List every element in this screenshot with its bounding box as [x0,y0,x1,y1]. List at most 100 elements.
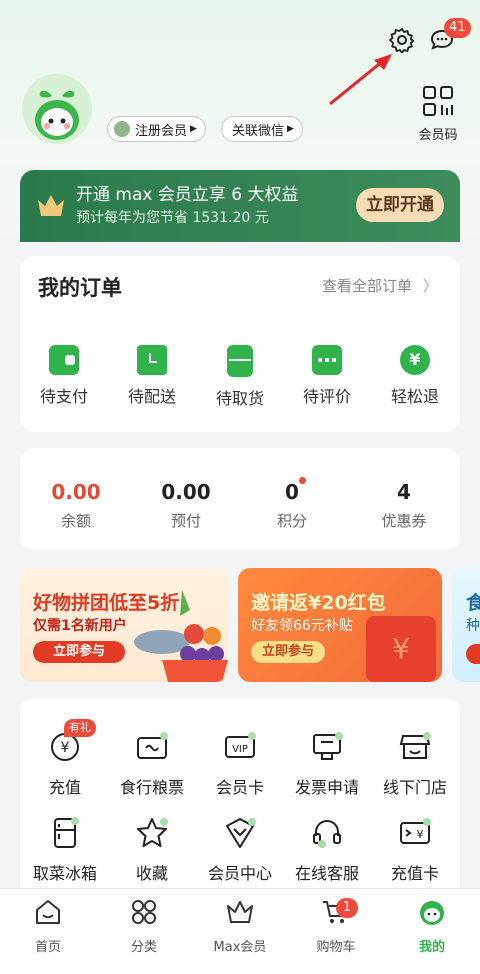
group-buy-subtitle: 仅需1名新用户 [33,618,127,634]
service-pickup-fridge[interactable]: 取菜冰箱 [20,816,110,884]
diamond-icon [223,816,257,850]
order-pending-pickup[interactable]: 待取货 [200,345,280,409]
points-value: 0 [285,480,299,504]
service-label: 会员中心 [207,864,272,883]
qr-code-icon [423,86,453,116]
third-promo-button [466,644,480,664]
vip-card-icon: VIP [223,730,257,764]
service-online-support[interactable]: 在线客服 [282,816,372,884]
invite-join-button[interactable]: 立即参与 [251,641,325,663]
points-label: 积分 [276,512,307,530]
svg-text:¥: ¥ [61,740,70,756]
link-wechat-label: 关联微信 [232,123,285,139]
order-item-label: 待配送 [127,387,176,406]
order-item-label: 待取货 [215,389,264,408]
service-label: 发票申请 [294,778,359,797]
group-buy-promo[interactable]: 好物拼团低至5折 仅需1名新用户 立即参与 [20,568,228,682]
order-pending-delivery[interactable]: 待配送 [112,345,192,407]
voucher-icon [135,730,169,764]
service-member-center[interactable]: 会员中心 [195,816,285,884]
order-pending-payment[interactable]: 待支付 [24,345,104,407]
group-buy-join-button[interactable]: 立即参与 [33,641,125,663]
open-membership-button[interactable]: 立即开通 [356,188,444,222]
invite-title: 邀请返¥20红包 [251,592,386,614]
avatar[interactable] [22,74,92,144]
orders-title: 我的订单 [38,276,122,300]
tab-label: 分类 [130,940,157,955]
caret-right-icon: ▶ [190,124,197,134]
svg-text:¥: ¥ [417,828,424,841]
register-member-button[interactable]: 注册会员 ▶ [107,116,206,142]
view-all-orders-label: 查看全部订单 [322,277,413,295]
third-promo-title: 食 [466,592,480,614]
headset-icon [310,816,344,850]
member-level-icon [114,121,130,137]
service-favorites[interactable]: 收藏 [107,816,197,884]
cart-badge: 1 [336,898,358,918]
banner-title: 开通 max 会员立享 6 大权益 [76,185,299,205]
recharge-card-icon: ¥ [398,816,432,850]
member-code-label: 会员码 [418,128,458,143]
comment-icon [312,345,342,375]
tab-category[interactable]: 分类 [99,898,189,955]
coupons-value: 4 [397,480,411,504]
refund-icon: ¥ [400,345,430,375]
wallet-icon [49,345,79,375]
balance-label: 余额 [60,512,91,530]
service-recharge[interactable]: ¥ 充值 [20,730,110,798]
crown-outline-icon [227,901,253,923]
service-label: 充值 [48,778,81,797]
order-item-label: 待支付 [39,387,88,406]
fridge-locker-icon [48,816,82,850]
invite-subtitle: 好友领66元补贴 [251,618,353,634]
service-gift-card[interactable]: ¥ 充值卡 [370,816,460,884]
produce-basket-image [134,590,228,682]
chevron-right-icon: 〉 [422,277,438,295]
order-pending-review[interactable]: 待评价 [287,345,367,407]
tab-label: 首页 [34,940,61,955]
category-icon [132,900,156,924]
view-all-orders-link[interactable]: 查看全部订单 〉 [322,275,438,296]
profile-mascot-icon [420,901,444,925]
tab-label: 购物车 [316,940,356,955]
points-stat[interactable]: 0 积分 [247,480,337,531]
register-member-label: 注册会员 [135,123,188,139]
crown-icon [38,195,64,216]
tab-mine[interactable]: 我的 [387,898,477,955]
truck-icon [137,345,167,375]
tab-max-member[interactable]: Max会员 [195,898,285,955]
invoice-icon [310,730,344,764]
member-code-button[interactable]: 会员码 [414,84,462,143]
third-promo-card[interactable]: 食 种 [452,568,480,682]
service-label: 在线客服 [294,864,359,883]
max-member-banner[interactable]: 开通 max 会员立享 6 大权益 预计每年为您节省 1531.20 元 立即开… [20,170,460,242]
caret-right-icon: ▶ [287,124,294,134]
service-invoice[interactable]: 发票申请 [282,730,372,798]
messages-badge: 41 [444,18,471,38]
order-easy-refund[interactable]: ¥ 轻松退 [375,345,455,407]
annotation-arrow [329,54,392,106]
coupons-label: 优惠券 [381,512,427,530]
prepaid-stat[interactable]: 0.00 预付 [141,480,231,531]
invite-promo[interactable]: 邀请返¥20红包 好友领66元补贴 立即参与 ¥ [238,568,442,682]
third-promo-subtitle: 种 [466,618,480,634]
tab-label: 我的 [418,940,445,955]
coupons-stat[interactable]: 4 优惠券 [359,480,449,531]
service-label: 充值卡 [390,864,439,883]
link-wechat-button[interactable]: 关联微信 ▶ [221,116,303,142]
service-offline-store[interactable]: 线下门店 [370,730,460,798]
service-meal-voucher[interactable]: 食行粮票 [107,730,197,798]
order-item-label: 待评价 [302,387,351,406]
red-envelope-icon: ¥ [366,616,436,682]
banner-subtitle: 预计每年为您节省 1531.20 元 [76,210,269,226]
home-icon [36,900,60,924]
service-label: 线下门店 [382,778,447,797]
tab-home[interactable]: 首页 [3,898,93,955]
fridge-icon [227,345,253,377]
star-icon [135,816,169,850]
balance-value: 0.00 [51,480,101,504]
service-member-card[interactable]: VIP 会员卡 [195,730,285,798]
gift-tag-badge: 有礼 [64,719,96,737]
balance-stat[interactable]: 0.00 余额 [31,480,121,531]
service-label: 食行粮票 [119,778,184,797]
